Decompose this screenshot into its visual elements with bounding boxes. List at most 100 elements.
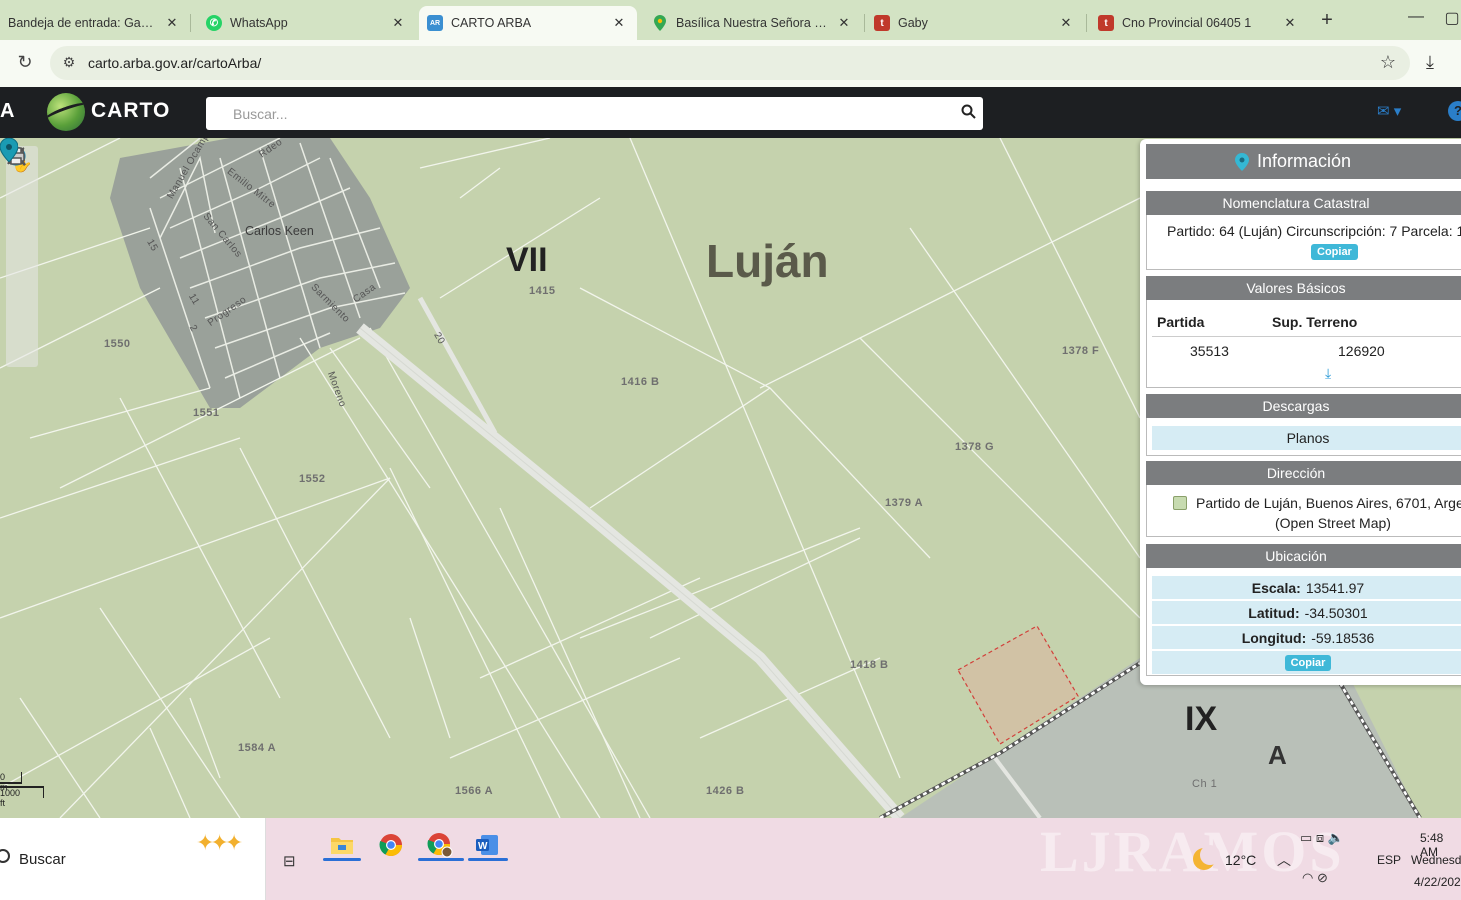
- tab-whatsapp[interactable]: ✆ WhatsApp ✕: [198, 6, 416, 40]
- close-icon[interactable]: ✕: [836, 15, 852, 31]
- table-divider: [1152, 336, 1461, 337]
- download-icon[interactable]: ⤓: [1426, 52, 1434, 73]
- weather-moon-icon[interactable]: [1193, 845, 1220, 870]
- site-info-icon[interactable]: ⚙: [60, 54, 78, 72]
- tab-gmail[interactable]: Bandeja de entrada: Gabriela ✕: [0, 6, 190, 40]
- parcel-label: 1552: [299, 473, 326, 485]
- layers-icon[interactable]: [6, 148, 38, 303]
- copilot-sparkle-icon[interactable]: ✦✦✦: [196, 830, 243, 856]
- task-view-icon[interactable]: ⊟: [283, 852, 296, 870]
- map-pin-icon: [1234, 152, 1249, 171]
- print-icon[interactable]: [6, 147, 38, 365]
- parcel-label: 1566 A: [455, 785, 494, 797]
- tokko-icon: t: [1098, 15, 1114, 31]
- bookmark-star-icon[interactable]: ☆: [1380, 52, 1396, 73]
- section-label-ix: IX: [1185, 700, 1218, 738]
- scale-imperial: 1000 ft: [0, 788, 21, 808]
- longitud-row: Longitud: -59.18536: [1152, 626, 1461, 650]
- descargas-heading: Descargas: [1146, 394, 1461, 418]
- word-icon[interactable]: W: [470, 828, 504, 862]
- copy-coordinates-button[interactable]: Copiar: [1284, 654, 1332, 671]
- download-icon[interactable]: ⤓: [1325, 365, 1331, 382]
- tab-title: WhatsApp: [230, 16, 288, 30]
- language-indicator[interactable]: ESP: [1377, 853, 1401, 867]
- app-header: A CARTO ✉ ▾ ?: [0, 87, 1461, 138]
- minimize-icon[interactable]: —: [1404, 8, 1428, 26]
- close-icon[interactable]: ✕: [611, 15, 627, 31]
- planos-link[interactable]: Planos: [1152, 426, 1461, 450]
- close-icon[interactable]: ✕: [164, 15, 180, 31]
- clock-date[interactable]: 4/22/202: [1414, 875, 1461, 889]
- parcel-label: 1379 A: [885, 497, 924, 509]
- parcel-label: 1416 B: [621, 376, 660, 388]
- weather-temperature[interactable]: 12°C: [1225, 852, 1256, 868]
- longitud-label: Longitud:: [1241, 629, 1307, 646]
- tab-separator: [190, 14, 191, 32]
- parcel-label: Ch 1: [1192, 778, 1218, 790]
- chevron-up-icon[interactable]: ︿: [1277, 850, 1291, 870]
- reload-icon[interactable]: ↻: [14, 52, 36, 73]
- taskbar-search[interactable]: Buscar ✦✦✦: [0, 818, 266, 900]
- close-icon[interactable]: ✕: [390, 15, 406, 31]
- mail-icon[interactable]: ✉ ▾: [1377, 102, 1401, 120]
- address-bar[interactable]: ⚙ carto.arba.gov.ar/cartoArba/ ☆: [50, 46, 1410, 80]
- route-icon[interactable]: [6, 147, 38, 334]
- ubicacion-heading: Ubicación: [1146, 544, 1461, 568]
- zoom-out-icon[interactable]: [6, 146, 38, 241]
- urban-block-area: [110, 138, 410, 408]
- zoom-in-icon[interactable]: [6, 146, 38, 210]
- map-toolbar: ✋: [6, 146, 38, 367]
- copy-row: Copiar: [1152, 651, 1461, 675]
- new-tab-button[interactable]: +: [1316, 9, 1338, 32]
- parcel-label: 1415: [529, 285, 556, 297]
- close-icon[interactable]: ✕: [1058, 15, 1074, 31]
- tray-network-icons[interactable]: ◠ ⊘: [1302, 870, 1328, 886]
- taskbar-search-label: Buscar: [19, 851, 66, 868]
- carto-logo-icon: [47, 93, 85, 131]
- section-label-a: A: [1268, 740, 1287, 770]
- tab-gaby[interactable]: t Gaby ✕: [866, 6, 1084, 40]
- search-icon: [0, 849, 10, 863]
- direccion-source: (Open Street Map): [1275, 515, 1391, 531]
- tab-carto-arba[interactable]: AR CARTO ARBA ✕: [419, 6, 637, 40]
- partido-label-lujan: Luján: [706, 235, 829, 287]
- map-search-box: [206, 97, 983, 130]
- tab-basilica[interactable]: Basílica Nuestra Señora de Luján ✕: [644, 6, 862, 40]
- close-icon[interactable]: ✕: [1282, 15, 1298, 31]
- app-prefix-letter: A: [0, 100, 15, 122]
- active-indicator: [418, 858, 464, 861]
- direccion-heading: Dirección: [1146, 461, 1461, 485]
- parcel-label: 1551: [193, 407, 220, 419]
- tab-title: Bandeja de entrada: Gabriela: [8, 16, 158, 30]
- search-icon[interactable]: [953, 104, 983, 124]
- location-marker-icon[interactable]: [0, 138, 18, 162]
- parcel-label: 1584 A: [238, 742, 277, 754]
- tray-status-icons[interactable]: ▭ ⧈ 🔈: [1300, 830, 1344, 846]
- parcel-label: 1426 B: [706, 785, 745, 797]
- tab-cno-provincial[interactable]: t Cno Provincial 06405 1 ✕: [1090, 6, 1308, 40]
- info-panel: Información Nomenclatura Catastral Parti…: [1140, 139, 1461, 685]
- tab-title: CARTO ARBA: [451, 16, 532, 30]
- nomenclatura-heading: Nomenclatura Catastral: [1146, 191, 1461, 215]
- help-icon[interactable]: ?: [1448, 101, 1461, 121]
- sup-terreno-value: 126920: [1338, 343, 1385, 359]
- url-text[interactable]: carto.arba.gov.ar/cartoArba/: [88, 55, 261, 71]
- search-input[interactable]: [233, 105, 953, 122]
- chrome-profile-icon[interactable]: [423, 828, 457, 862]
- file-explorer-icon[interactable]: [325, 828, 359, 862]
- maps-pin-icon: [652, 15, 668, 31]
- longitud-value: -59.18536: [1311, 629, 1375, 646]
- town-label: Carlos Keen: [245, 224, 314, 238]
- chrome-icon[interactable]: [374, 828, 408, 862]
- maximize-icon[interactable]: ▢: [1440, 8, 1461, 28]
- parcel-label: 1378 G: [955, 441, 995, 453]
- info-icon[interactable]: [6, 146, 38, 272]
- escala-row: Escala: 13541.97: [1152, 576, 1461, 600]
- parcel-label: 1378 F: [1062, 345, 1100, 357]
- clock-day[interactable]: Wednesd: [1411, 853, 1461, 867]
- browser-toolbar: ↻ ⚙ carto.arba.gov.ar/cartoArba/ ☆ ⤓: [0, 40, 1461, 87]
- latitud-label: Latitud:: [1248, 604, 1300, 621]
- copy-nomenclatura-button[interactable]: Copiar: [1311, 244, 1358, 260]
- info-panel-title: Información: [1256, 151, 1352, 171]
- svg-text:W: W: [478, 841, 488, 852]
